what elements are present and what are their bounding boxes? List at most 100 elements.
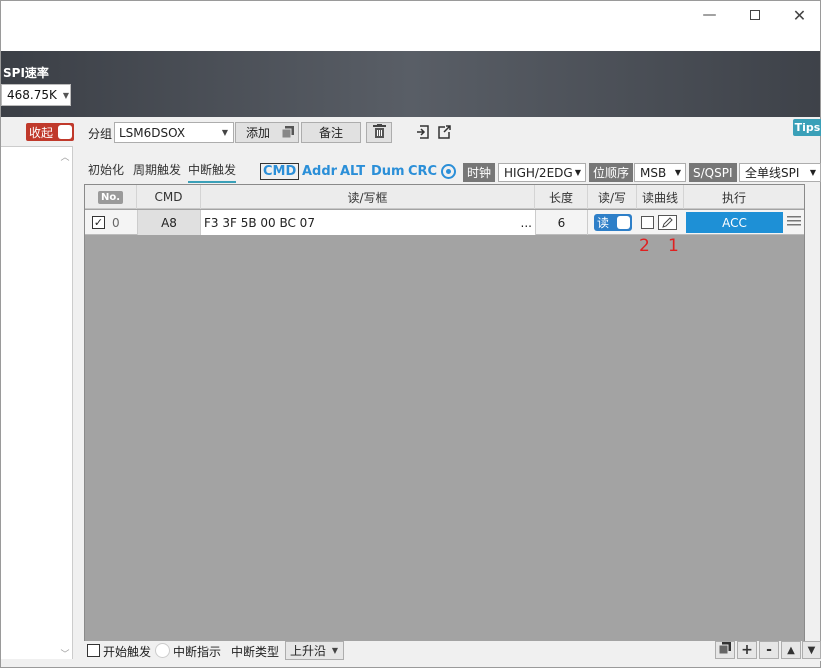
group-value: LSM6DSOX bbox=[119, 125, 186, 140]
row-data-field[interactable]: F3 3F 5B 00 BC 07 ... bbox=[201, 210, 535, 235]
note-label: 备注 bbox=[319, 126, 344, 140]
trash-icon bbox=[372, 124, 386, 141]
delete-button[interactable] bbox=[366, 122, 392, 143]
row-menu[interactable] bbox=[787, 210, 801, 235]
annotation-mark-1: 1 bbox=[668, 236, 679, 256]
clock-value: HIGH/2EDG bbox=[504, 165, 573, 180]
no-badge: No. bbox=[97, 190, 124, 204]
interrupt-indicator-light bbox=[155, 643, 170, 658]
bit-order-value: MSB bbox=[640, 165, 667, 180]
export-icon[interactable] bbox=[437, 125, 451, 142]
tips-button[interactable]: Tips bbox=[793, 119, 821, 136]
minimize-button[interactable]: — bbox=[687, 1, 732, 29]
minimize-icon: — bbox=[702, 7, 717, 23]
row-data-ellipsis[interactable]: ... bbox=[521, 216, 532, 230]
tab-interrupt[interactable]: 中断触发 bbox=[188, 161, 237, 183]
header-cmd: CMD bbox=[137, 185, 201, 209]
spi-rate-value: 468.75K bbox=[7, 88, 57, 102]
remove-row-button[interactable]: - bbox=[759, 641, 779, 659]
chevron-down-icon: ▼ bbox=[809, 168, 816, 177]
interrupt-type-label: 中断类型 bbox=[231, 645, 280, 659]
interrupt-type-select[interactable]: 上升沿 ▼ bbox=[285, 641, 344, 660]
checkmark-icon: ✓ bbox=[92, 216, 105, 229]
refresh-icon[interactable] bbox=[441, 164, 456, 182]
note-button[interactable]: 备注 bbox=[301, 122, 361, 143]
start-trigger-label: 开始触发 bbox=[103, 645, 152, 659]
copy-icon bbox=[718, 642, 731, 658]
maximize-icon bbox=[749, 10, 760, 20]
read-toggle-label: 读 bbox=[597, 216, 610, 230]
tab-periodic[interactable]: 周期触发 bbox=[133, 161, 181, 178]
copy-row-button[interactable] bbox=[715, 641, 735, 659]
curve-checkbox-box bbox=[641, 216, 654, 229]
mode-select[interactable]: 全单线SPI ▼ bbox=[739, 163, 821, 182]
row-rw-toggle[interactable]: 读 bbox=[594, 210, 632, 235]
header-curve: 读曲线 bbox=[637, 185, 684, 209]
collapse-toggle[interactable]: 收起 bbox=[26, 123, 74, 141]
interrupt-indicator-label: 中断指示 bbox=[173, 645, 222, 659]
spi-rate-select[interactable]: 468.75K ▼ bbox=[1, 84, 71, 106]
row-data-value: F3 3F 5B 00 BC 07 bbox=[204, 215, 315, 230]
crc-option[interactable]: CRC bbox=[408, 164, 437, 179]
annotation-mark-2: 2 bbox=[639, 236, 650, 256]
scroll-down-icon[interactable]: ﹀ bbox=[59, 647, 71, 660]
pencil-icon bbox=[658, 215, 677, 230]
header-rw: 读/写 bbox=[588, 185, 637, 209]
chevron-down-icon: ▼ bbox=[574, 168, 581, 177]
toggle-knob bbox=[617, 216, 630, 229]
header-rw-box: 读/写框 bbox=[201, 185, 535, 209]
group-label: 分组 bbox=[88, 127, 113, 141]
scroll-up-icon[interactable]: ︿ bbox=[59, 150, 71, 163]
row-checkbox[interactable]: ✓ bbox=[92, 210, 105, 235]
mode-label: S/QSPI bbox=[689, 163, 737, 182]
addr-option[interactable]: Addr bbox=[302, 164, 337, 179]
mode-value: 全单线SPI bbox=[745, 166, 800, 180]
add-row-button[interactable]: + bbox=[737, 641, 757, 659]
checkbox-box bbox=[87, 644, 100, 657]
clock-label: 时钟 bbox=[463, 163, 496, 182]
row-length: 6 bbox=[535, 210, 588, 235]
import-icon[interactable] bbox=[416, 125, 430, 142]
row-cmd[interactable]: A8 bbox=[137, 210, 201, 235]
header-length: 长度 bbox=[535, 185, 588, 209]
exec-button[interactable]: ACC bbox=[686, 212, 783, 233]
add-button[interactable]: 添加 bbox=[235, 122, 299, 143]
chevron-down-icon: ▼ bbox=[674, 168, 681, 177]
move-up-button[interactable]: ▲ bbox=[781, 641, 801, 659]
chevron-down-icon: ▼ bbox=[62, 90, 70, 100]
cmd-option[interactable]: CMD bbox=[260, 163, 300, 180]
header-no: No. bbox=[85, 185, 137, 209]
triangle-down-icon: ▼ bbox=[807, 644, 816, 656]
clock-select[interactable]: HIGH/2EDG ▼ bbox=[498, 163, 586, 182]
header-band bbox=[1, 51, 820, 117]
triangle-up-icon: ▲ bbox=[787, 644, 795, 656]
dum-option[interactable]: Dum bbox=[371, 164, 405, 179]
toggle-knob bbox=[58, 125, 72, 139]
spi-rate-label: SPI速率 bbox=[3, 66, 49, 80]
tab-init[interactable]: 初始化 bbox=[88, 161, 124, 178]
plus-icon: + bbox=[741, 642, 753, 658]
bit-order-select[interactable]: MSB ▼ bbox=[634, 163, 686, 182]
left-scrollbar[interactable]: ︿ ﹀ bbox=[59, 148, 71, 660]
row-curve-edit[interactable] bbox=[658, 210, 677, 235]
add-label: 添加 bbox=[246, 126, 271, 140]
read-toggle[interactable]: 读 bbox=[594, 214, 632, 231]
interrupt-type-value: 上升沿 bbox=[290, 644, 327, 658]
bit-order-label: 位顺序 bbox=[589, 163, 634, 182]
start-trigger-checkbox[interactable] bbox=[87, 644, 100, 660]
minus-icon: - bbox=[766, 642, 772, 658]
command-table bbox=[84, 184, 805, 642]
header-exec: 执行 bbox=[721, 190, 746, 205]
maximize-button[interactable] bbox=[732, 1, 777, 29]
group-select[interactable]: LSM6DSOX ▼ bbox=[114, 122, 234, 143]
row-index: 0 bbox=[112, 215, 120, 230]
close-icon: ✕ bbox=[792, 5, 807, 25]
chevron-down-icon: ▼ bbox=[331, 646, 338, 655]
alt-option[interactable]: ALT bbox=[340, 164, 365, 179]
chevron-down-icon: ▼ bbox=[221, 128, 228, 137]
row-curve-checkbox[interactable] bbox=[641, 210, 654, 235]
app-window: — ✕ SPI速率 468.75K ▼ 收起 ︿ ﹀ 分组 LSM6DSOX ▼… bbox=[0, 0, 821, 668]
collapse-label: 收起 bbox=[29, 125, 54, 140]
move-down-button[interactable]: ▼ bbox=[802, 641, 821, 659]
close-button[interactable]: ✕ bbox=[777, 1, 821, 29]
